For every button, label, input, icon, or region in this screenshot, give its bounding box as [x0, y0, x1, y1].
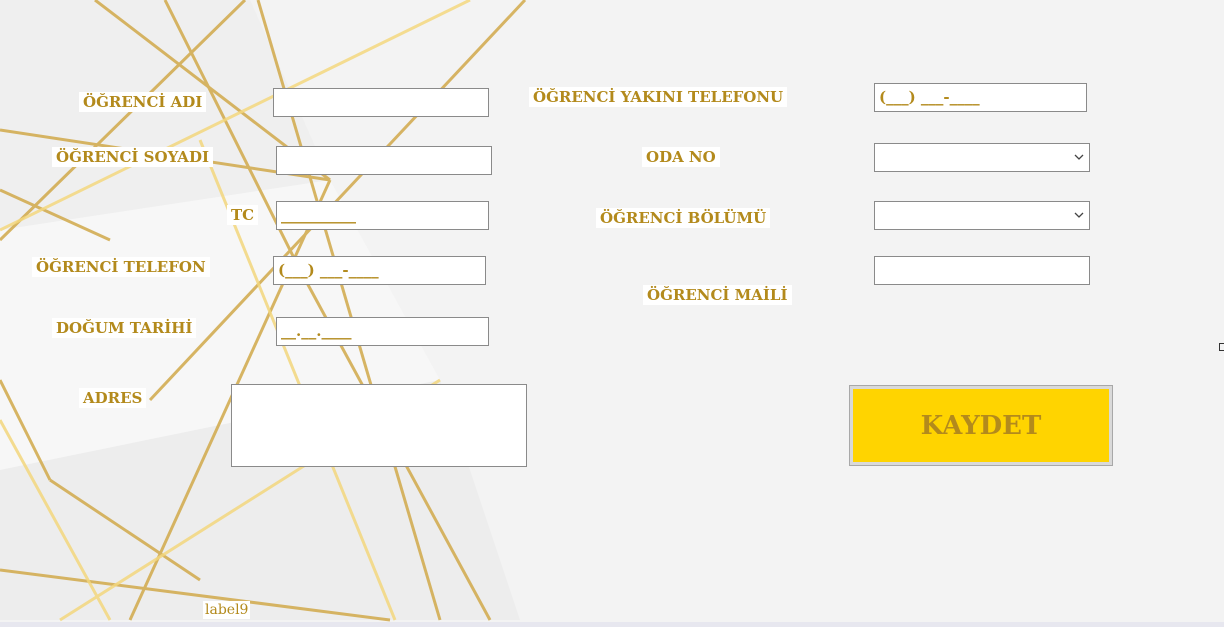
mail-input[interactable] — [874, 256, 1090, 285]
tc-input[interactable]: __________ — [276, 201, 489, 230]
oda-no-label: ODA NO — [642, 147, 720, 167]
yakini-telefon-input[interactable]: (___) ___-____ — [874, 83, 1087, 112]
chevron-down-icon — [1074, 154, 1084, 160]
oda-no-select[interactable] — [874, 143, 1090, 172]
kaydet-button-label: KAYDET — [853, 389, 1109, 462]
resize-handle[interactable] — [1219, 343, 1224, 351]
ogrenci-adi-label: ÖĞRENCİ ADI — [79, 92, 207, 112]
ogrenci-soyadi-label: ÖĞRENCİ SOYADI — [52, 147, 213, 167]
dogum-tarihi-input[interactable]: __.__.____ — [276, 317, 489, 346]
ogrenci-adi-input[interactable] — [273, 88, 489, 117]
ogrenci-telefon-input[interactable]: (___) ___-____ — [273, 256, 486, 285]
ogrenci-telefon-label: ÖĞRENCİ TELEFON — [32, 257, 210, 277]
adres-label: ADRES — [79, 388, 147, 408]
kaydet-button[interactable]: KAYDET — [849, 385, 1113, 466]
adres-textarea[interactable] — [231, 384, 527, 467]
label9: label9 — [203, 601, 251, 619]
yakini-telefon-label: ÖĞRENCİ YAKINI TELEFONU — [529, 87, 788, 107]
mail-label: ÖĞRENCİ MAİLİ — [643, 285, 792, 305]
bolum-label: ÖĞRENCİ BÖLÜMÜ — [596, 208, 771, 228]
window-bottom-border — [0, 622, 1224, 627]
tc-label: TC — [227, 205, 259, 225]
dogum-tarihi-label: DOĞUM TARİHİ — [52, 318, 197, 338]
bolum-select[interactable] — [874, 201, 1090, 230]
chevron-down-icon — [1074, 212, 1084, 218]
ogrenci-soyadi-input[interactable] — [276, 146, 492, 175]
